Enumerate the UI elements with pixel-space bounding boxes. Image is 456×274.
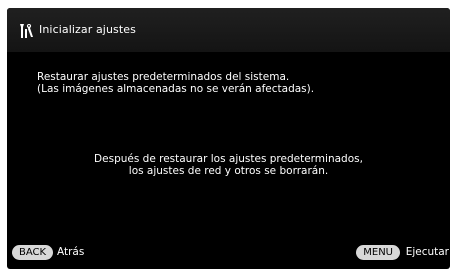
execute-label: Ejecutar — [405, 246, 449, 258]
title-bar: Inicializar ajustes — [7, 8, 450, 52]
page-title: Inicializar ajustes — [39, 23, 136, 36]
warning-line-1: Después de restaurar los ajustes predete… — [94, 153, 363, 165]
warning-line-2: los ajustes de red y otros se borrarán. — [128, 165, 329, 177]
back-button[interactable]: BACK — [12, 245, 54, 260]
description-line-2: (Las imágenes almacenadas no se verán af… — [37, 83, 315, 95]
wrench-tools-icon — [20, 24, 33, 38]
menu-button[interactable]: MENU — [356, 245, 400, 260]
description: Restaurar ajustes predeterminados del si… — [37, 71, 314, 95]
description-line-1: Restaurar ajustes predeterminados del si… — [37, 71, 290, 83]
settings-screen: Inicializar ajustes Restaurar ajustes pr… — [7, 8, 450, 269]
warning-message: Después de restaurar los ajustes predete… — [7, 153, 450, 177]
back-label: Atrás — [57, 246, 85, 258]
